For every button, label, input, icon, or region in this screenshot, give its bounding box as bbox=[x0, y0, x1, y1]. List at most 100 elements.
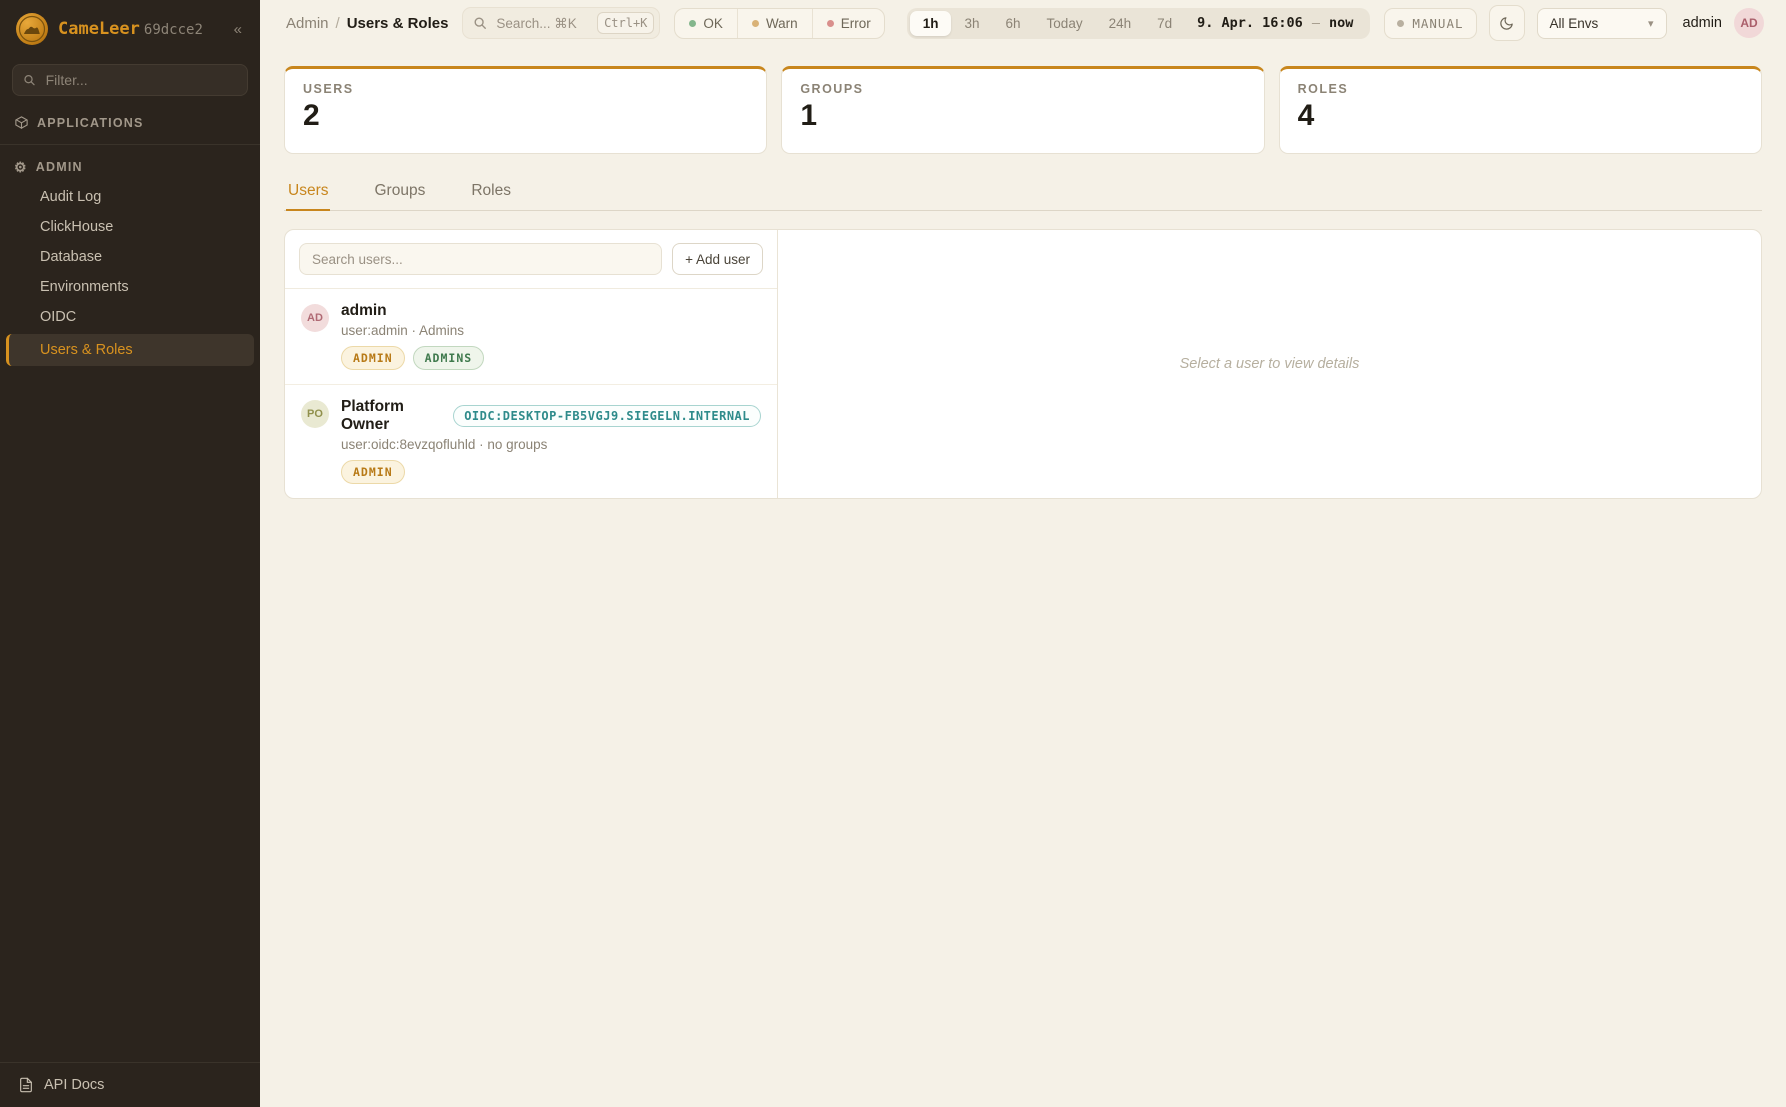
sidebar-section-admin[interactable]: ⚙ ADMIN bbox=[0, 145, 260, 182]
section-label: ADMIN bbox=[36, 160, 83, 174]
global-search[interactable]: Ctrl+K bbox=[462, 7, 660, 39]
time-range-3h[interactable]: 3h bbox=[951, 11, 992, 36]
users-panel: + Add user AD admin user:admin · Admins … bbox=[284, 229, 1762, 499]
user-detail-pane: Select a user to view details bbox=[778, 230, 1761, 498]
sidebar-item-environments[interactable]: Environments bbox=[0, 272, 260, 302]
time-range-6h[interactable]: 6h bbox=[993, 11, 1034, 36]
breadcrumb-page: Users & Roles bbox=[347, 15, 449, 32]
stat-value: 4 bbox=[1298, 99, 1743, 133]
sidebar-filter-input[interactable] bbox=[44, 71, 237, 89]
breadcrumb: Admin / Users & Roles bbox=[286, 15, 448, 32]
mode-label: MANUAL bbox=[1412, 16, 1463, 31]
sidebar-item-audit-log[interactable]: Audit Log bbox=[0, 182, 260, 212]
topbar: Admin / Users & Roles Ctrl+K OK Warn bbox=[260, 0, 1786, 46]
time-range-7d[interactable]: 7d bbox=[1144, 11, 1185, 36]
user-row-body: Platform Owner OIDC:DESKTOP-FB5VGJ9.SIEG… bbox=[341, 398, 761, 484]
tab-bar: Users Groups Roles bbox=[284, 176, 1762, 211]
user-row-platform-owner[interactable]: PO Platform Owner OIDC:DESKTOP-FB5VGJ9.S… bbox=[285, 385, 777, 498]
sidebar-collapse-icon[interactable]: « bbox=[230, 19, 246, 40]
breadcrumb-admin[interactable]: Admin bbox=[286, 15, 329, 32]
sidebar-item-oidc[interactable]: OIDC bbox=[0, 302, 260, 332]
sidebar-item-database[interactable]: Database bbox=[0, 242, 260, 272]
page-content: USERS 2 GROUPS 1 ROLES 4 Users Groups Ro… bbox=[260, 46, 1786, 499]
brand-text: CameLeer69dcce2 bbox=[58, 19, 203, 39]
time-range-today[interactable]: Today bbox=[1034, 11, 1096, 36]
stat-label: USERS bbox=[303, 82, 748, 96]
section-label: APPLICATIONS bbox=[37, 116, 144, 130]
groups-stat-card[interactable]: GROUPS 1 bbox=[781, 66, 1264, 154]
status-filter-warn[interactable]: Warn bbox=[737, 9, 812, 38]
tab-roles[interactable]: Roles bbox=[469, 176, 513, 210]
sidebar-filter[interactable] bbox=[12, 64, 248, 96]
refresh-mode-badge[interactable]: MANUAL bbox=[1384, 8, 1476, 39]
chevron-down-icon: ▾ bbox=[1648, 17, 1654, 30]
sidebar-item-users-roles[interactable]: Users & Roles bbox=[6, 334, 254, 366]
app-logo[interactable] bbox=[16, 13, 48, 45]
sidebar-nav: Audit Log ClickHouse Database Environmen… bbox=[0, 182, 260, 368]
cube-icon bbox=[14, 115, 29, 130]
environment-select[interactable]: All Envs ▾ bbox=[1537, 8, 1667, 39]
search-shortcut-badge: Ctrl+K bbox=[597, 12, 654, 34]
status-filter-error[interactable]: Error bbox=[812, 9, 885, 38]
avatar: AD bbox=[301, 304, 329, 332]
group-badge-admins: ADMINS bbox=[413, 346, 485, 370]
stat-cards: USERS 2 GROUPS 1 ROLES 4 bbox=[284, 66, 1762, 154]
status-label: OK bbox=[703, 16, 723, 31]
error-status-dot bbox=[827, 20, 834, 27]
status-filter-group: OK Warn Error Running bbox=[674, 8, 884, 39]
stat-value: 2 bbox=[303, 99, 748, 133]
user-name: Platform Owner bbox=[341, 398, 443, 434]
main-area: Admin / Users & Roles Ctrl+K OK Warn bbox=[260, 0, 1786, 1107]
stat-label: GROUPS bbox=[800, 82, 1245, 96]
avatar: PO bbox=[301, 400, 329, 428]
role-badge-admin: ADMIN bbox=[341, 346, 405, 370]
users-stat-card[interactable]: USERS 2 bbox=[284, 66, 767, 154]
user-meta: user:oidc:8evzqofluhld · no groups bbox=[341, 437, 761, 452]
user-search-input[interactable] bbox=[299, 243, 662, 275]
document-icon bbox=[18, 1077, 34, 1093]
global-search-input[interactable] bbox=[494, 15, 590, 32]
warn-status-dot bbox=[752, 20, 759, 27]
user-row-body: admin user:admin · Admins ADMIN ADMINS bbox=[341, 302, 484, 370]
user-row-admin[interactable]: AD admin user:admin · Admins ADMIN ADMIN… bbox=[285, 289, 777, 385]
role-badge-admin: ADMIN bbox=[341, 460, 405, 484]
search-icon bbox=[473, 16, 487, 30]
add-user-button[interactable]: + Add user bbox=[672, 243, 763, 275]
tab-groups[interactable]: Groups bbox=[372, 176, 427, 210]
search-icon bbox=[23, 73, 36, 87]
empty-detail-message: Select a user to view details bbox=[1180, 356, 1360, 372]
tab-users[interactable]: Users bbox=[286, 176, 330, 211]
environment-selected: All Envs bbox=[1550, 16, 1599, 31]
time-range-1h[interactable]: 1h bbox=[910, 11, 952, 36]
user-badges: ADMIN ADMINS bbox=[341, 346, 484, 370]
camel-icon bbox=[16, 13, 48, 45]
ok-status-dot bbox=[689, 20, 696, 27]
user-list-pane: + Add user AD admin user:admin · Admins … bbox=[285, 230, 778, 498]
oidc-provider-badge: OIDC:DESKTOP-FB5VGJ9.SIEGELN.INTERNAL bbox=[453, 405, 761, 427]
current-username: admin bbox=[1683, 15, 1723, 31]
stat-value: 1 bbox=[800, 99, 1245, 133]
user-list-toolbar: + Add user bbox=[285, 230, 777, 289]
api-docs-label: API Docs bbox=[44, 1077, 104, 1093]
mode-dot bbox=[1397, 20, 1404, 27]
api-docs-link[interactable]: API Docs bbox=[0, 1062, 260, 1107]
topbar-right-cluster: MANUAL All Envs ▾ admin AD bbox=[1384, 5, 1764, 41]
time-from: 9. Apr. 16:06 bbox=[1197, 15, 1303, 31]
sidebar-section-applications[interactable]: APPLICATIONS bbox=[0, 100, 260, 138]
time-to: now bbox=[1329, 15, 1353, 31]
gear-icon: ⚙ bbox=[14, 160, 28, 174]
breadcrumb-separator: / bbox=[336, 15, 340, 32]
roles-stat-card[interactable]: ROLES 4 bbox=[1279, 66, 1762, 154]
stat-label: ROLES bbox=[1298, 82, 1743, 96]
brand-build: 69dcce2 bbox=[144, 22, 203, 38]
theme-toggle-button[interactable] bbox=[1489, 5, 1525, 41]
status-label: Error bbox=[841, 16, 871, 31]
status-filter-ok[interactable]: OK bbox=[675, 9, 737, 38]
time-range-24h[interactable]: 24h bbox=[1096, 11, 1145, 36]
time-range-display[interactable]: 9. Apr. 16:06 — now bbox=[1185, 15, 1367, 31]
sidebar: CameLeer69dcce2 « APPLICATIONS ⚙ ADMIN A… bbox=[0, 0, 260, 1107]
sidebar-item-clickhouse[interactable]: ClickHouse bbox=[0, 212, 260, 242]
brand-row: CameLeer69dcce2 « bbox=[0, 0, 260, 56]
user-avatar[interactable]: AD bbox=[1734, 8, 1764, 38]
time-separator: — bbox=[1312, 15, 1320, 31]
